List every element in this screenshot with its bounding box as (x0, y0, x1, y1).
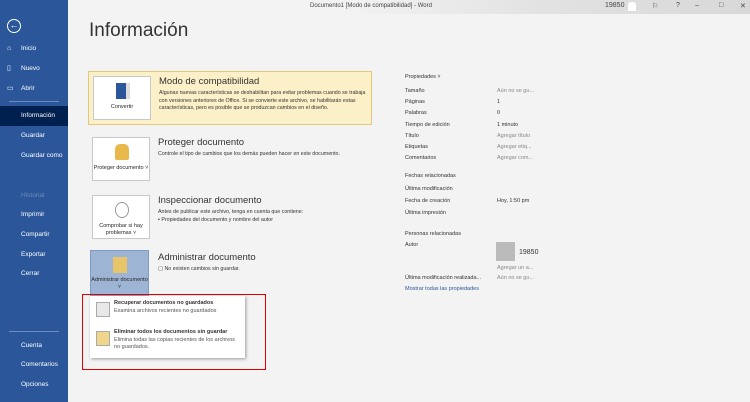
close-button[interactable]: ✕ (740, 2, 746, 10)
author-name: 19850 (519, 249, 539, 256)
properties-header[interactable]: Propiedades ˅ (405, 74, 441, 80)
help-button[interactable]: ? (676, 2, 680, 9)
protect-document-button[interactable]: Proteger documento ˅ (92, 137, 150, 181)
manage-document-icon (113, 257, 127, 273)
property-value: 1 (497, 99, 501, 106)
button-label: Convertir (110, 104, 134, 110)
backstage-sidebar: ← ⌂ Inicio ▯ Nuevo ▭ Abrir Información Guar… (0, 0, 68, 402)
property-label: Fecha de creación (405, 198, 451, 204)
sidebar-item-imprimir[interactable]: Imprimir (0, 205, 68, 225)
title-bar: Documento1 [Modo de compatibilidad] - Wo… (68, 0, 750, 14)
property-label: Tamaño (405, 88, 425, 94)
property-label: Etiquetas (405, 144, 428, 150)
description-text: Antes de publicar este archivo, tenga en… (158, 209, 304, 215)
feedback-icon[interactable]: ⚐ (652, 2, 658, 10)
manage-document-button[interactable]: Administrar documento ˅ (90, 250, 149, 296)
check-issues-button[interactable]: Comprobar si hay problemas ˅ (92, 195, 150, 239)
card-title: Inspeccionar documento (158, 195, 262, 206)
sidebar-item-label: Inicio (21, 45, 37, 52)
card-title: Administrar documento (158, 252, 256, 263)
divider (9, 101, 59, 102)
property-label: Título (405, 132, 419, 139)
related-dates-header: Fechas relacionadas (405, 173, 456, 179)
highlight-box (82, 294, 266, 370)
property-value[interactable]: Agregar com... (497, 155, 533, 161)
property-label: Última modificación (405, 186, 453, 192)
card-title: Modo de compatibilidad (159, 76, 260, 87)
home-icon: ⌂ (7, 45, 12, 52)
property-value: Hoy, 1:50 pm (497, 198, 530, 204)
sidebar-item-historial: Historial (21, 192, 45, 199)
protect-card: Proteger documento ˅ Proteger documento … (88, 133, 372, 187)
sidebar-item-cuenta[interactable]: Cuenta (0, 336, 68, 356)
sidebar-item-compartir[interactable]: Compartir (0, 225, 68, 245)
page-title: Información (89, 20, 189, 41)
card-description: Algunas nuevas características se deshab… (159, 90, 366, 111)
property-value: Aún no se gu... (497, 88, 534, 94)
sidebar-item-label: Abrir (21, 85, 35, 92)
minimize-button[interactable]: – (695, 2, 699, 9)
sidebar-item-label: Nuevo (21, 65, 40, 72)
property-label: Tiempo de edición (405, 121, 450, 128)
add-author-link[interactable]: Agregar un a... (497, 265, 533, 271)
property-value: 0 (497, 110, 501, 117)
sidebar-item-cerrar[interactable]: Cerrar (0, 264, 68, 284)
inspect-icon (115, 202, 129, 218)
convert-button[interactable]: Convertir (93, 76, 151, 120)
sidebar-item-exportar[interactable]: Exportar (0, 245, 68, 265)
word-convert-icon (116, 83, 130, 99)
sidebar-item-guardar[interactable]: Guardar (0, 126, 68, 146)
button-label: Administrar documento ˅ (91, 277, 148, 290)
button-label: Proteger documento ˅ (93, 165, 149, 171)
window-title: Documento1 [Modo de compatibilidad] - Wo… (310, 3, 432, 9)
last-modified-by-label: Última modificación realizada... (405, 275, 482, 281)
divider (9, 331, 59, 332)
sidebar-item-guardar-como[interactable]: Guardar como (0, 146, 68, 166)
back-arrow-icon[interactable]: ← (7, 19, 21, 33)
property-label: Palabras (405, 110, 427, 117)
new-document-icon: ▯ (7, 65, 11, 72)
author-label: Autor (405, 242, 419, 248)
property-value[interactable]: Agregar etiq... (497, 144, 532, 150)
sidebar-item-nuevo[interactable]: ▯ Nuevo (0, 59, 68, 79)
sidebar-item-informacion[interactable]: Información (0, 106, 68, 126)
related-people-header: Personas relacionadas (405, 231, 461, 237)
card-description: Antes de publicar este archivo, tenga en… (158, 209, 304, 223)
user-name[interactable]: 19850 (605, 2, 624, 9)
folder-open-icon: ▭ (7, 85, 14, 92)
author-avatar (496, 242, 515, 261)
description-text: No existen cambios sin guardar. (164, 266, 240, 272)
property-label: Páginas (405, 99, 425, 106)
sidebar-item-comentarios[interactable]: Comentarios (0, 355, 68, 375)
property-value[interactable]: Agregar título (497, 133, 530, 139)
property-label: Comentarios (405, 155, 437, 162)
property-label: Última impresión (405, 210, 446, 216)
maximize-button[interactable]: □ (719, 2, 723, 9)
sidebar-item-abrir[interactable]: ▭ Abrir (0, 79, 68, 99)
sidebar-item-opciones[interactable]: Opciones (0, 375, 68, 395)
card-title: Proteger documento (158, 137, 245, 148)
show-all-properties-link[interactable]: Mostrar todas las propiedades (405, 286, 479, 292)
sidebar-item-inicio[interactable]: ⌂ Inicio (0, 39, 68, 59)
card-description: ▢ No existen cambios sin guardar. (158, 266, 240, 272)
compatibility-card: Convertir Modo de compatibilidad Algunas… (88, 71, 372, 125)
property-value: 1 minuto (497, 121, 519, 128)
inspect-card: Comprobar si hay problemas ˅ Inspecciona… (88, 191, 372, 245)
button-label: Comprobar si hay problemas ˅ (99, 223, 143, 236)
card-description: Controle el tipo de cambios que los demá… (158, 151, 340, 157)
last-modified-by-value: Aún no se gu... (497, 275, 534, 281)
lock-icon (115, 144, 129, 160)
bullet-item: Propiedades del documento y nombre del a… (161, 216, 273, 223)
user-avatar-icon[interactable] (628, 2, 636, 11)
